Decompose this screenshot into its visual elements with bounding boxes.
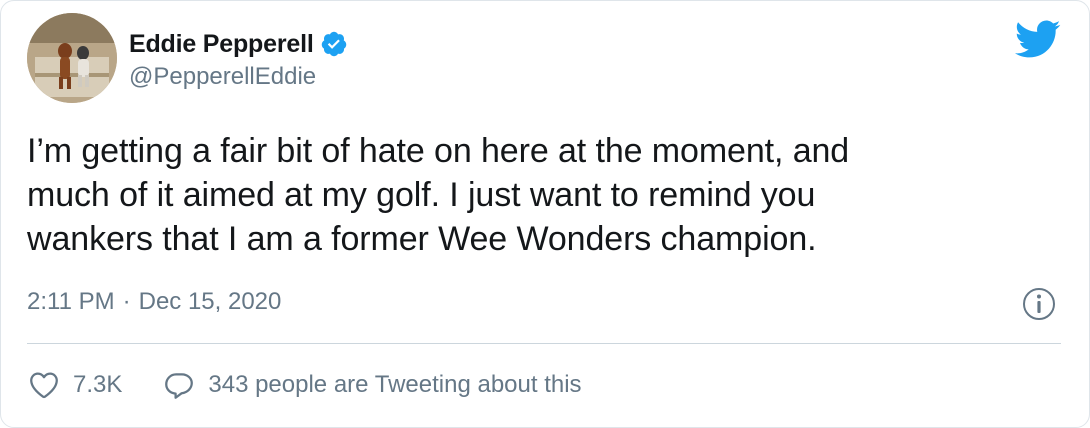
tweet-text-line: much of it aimed at my golf. I just want… (27, 176, 816, 214)
author-name-row[interactable]: Eddie Pepperell (129, 28, 348, 60)
divider (27, 343, 1061, 344)
speech-bubble-icon (162, 368, 196, 402)
tweet-text-line: I’m getting a fair bit of hate on here a… (27, 132, 850, 170)
tweet-text-line: wankers that I am a former Wee Wonders c… (27, 220, 817, 258)
timestamp-separator: · (122, 288, 131, 315)
tweet-text: I’m getting a fair bit of hate on here a… (27, 129, 1067, 261)
tweet-card: Eddie Pepperell @PepperellEddie I’m gett… (0, 0, 1090, 428)
author-handle[interactable]: @PepperellEddie (129, 63, 316, 91)
verified-badge-icon (320, 30, 348, 58)
like-count[interactable]: 7.3K (73, 371, 122, 399)
tweet-timestamp[interactable]: 2:11 PM · Dec 15, 2020 (27, 288, 281, 316)
author-display-name[interactable]: Eddie Pepperell (129, 30, 314, 59)
conversation-label[interactable]: 343 people are Tweeting about this (208, 371, 581, 399)
tweet-actions: 7.3K 343 people are Tweeting about this (27, 367, 582, 403)
conversation-button[interactable]: 343 people are Tweeting about this (162, 368, 582, 402)
like-button[interactable]: 7.3K (27, 368, 122, 402)
heart-icon (27, 368, 61, 402)
tweet-date[interactable]: Dec 15, 2020 (139, 288, 282, 316)
avatar[interactable] (27, 13, 117, 103)
info-icon[interactable] (1021, 286, 1057, 322)
tweet-time[interactable]: 2:11 PM (27, 288, 115, 316)
avatar-photo (27, 13, 117, 103)
twitter-bird-icon[interactable] (1013, 19, 1061, 59)
